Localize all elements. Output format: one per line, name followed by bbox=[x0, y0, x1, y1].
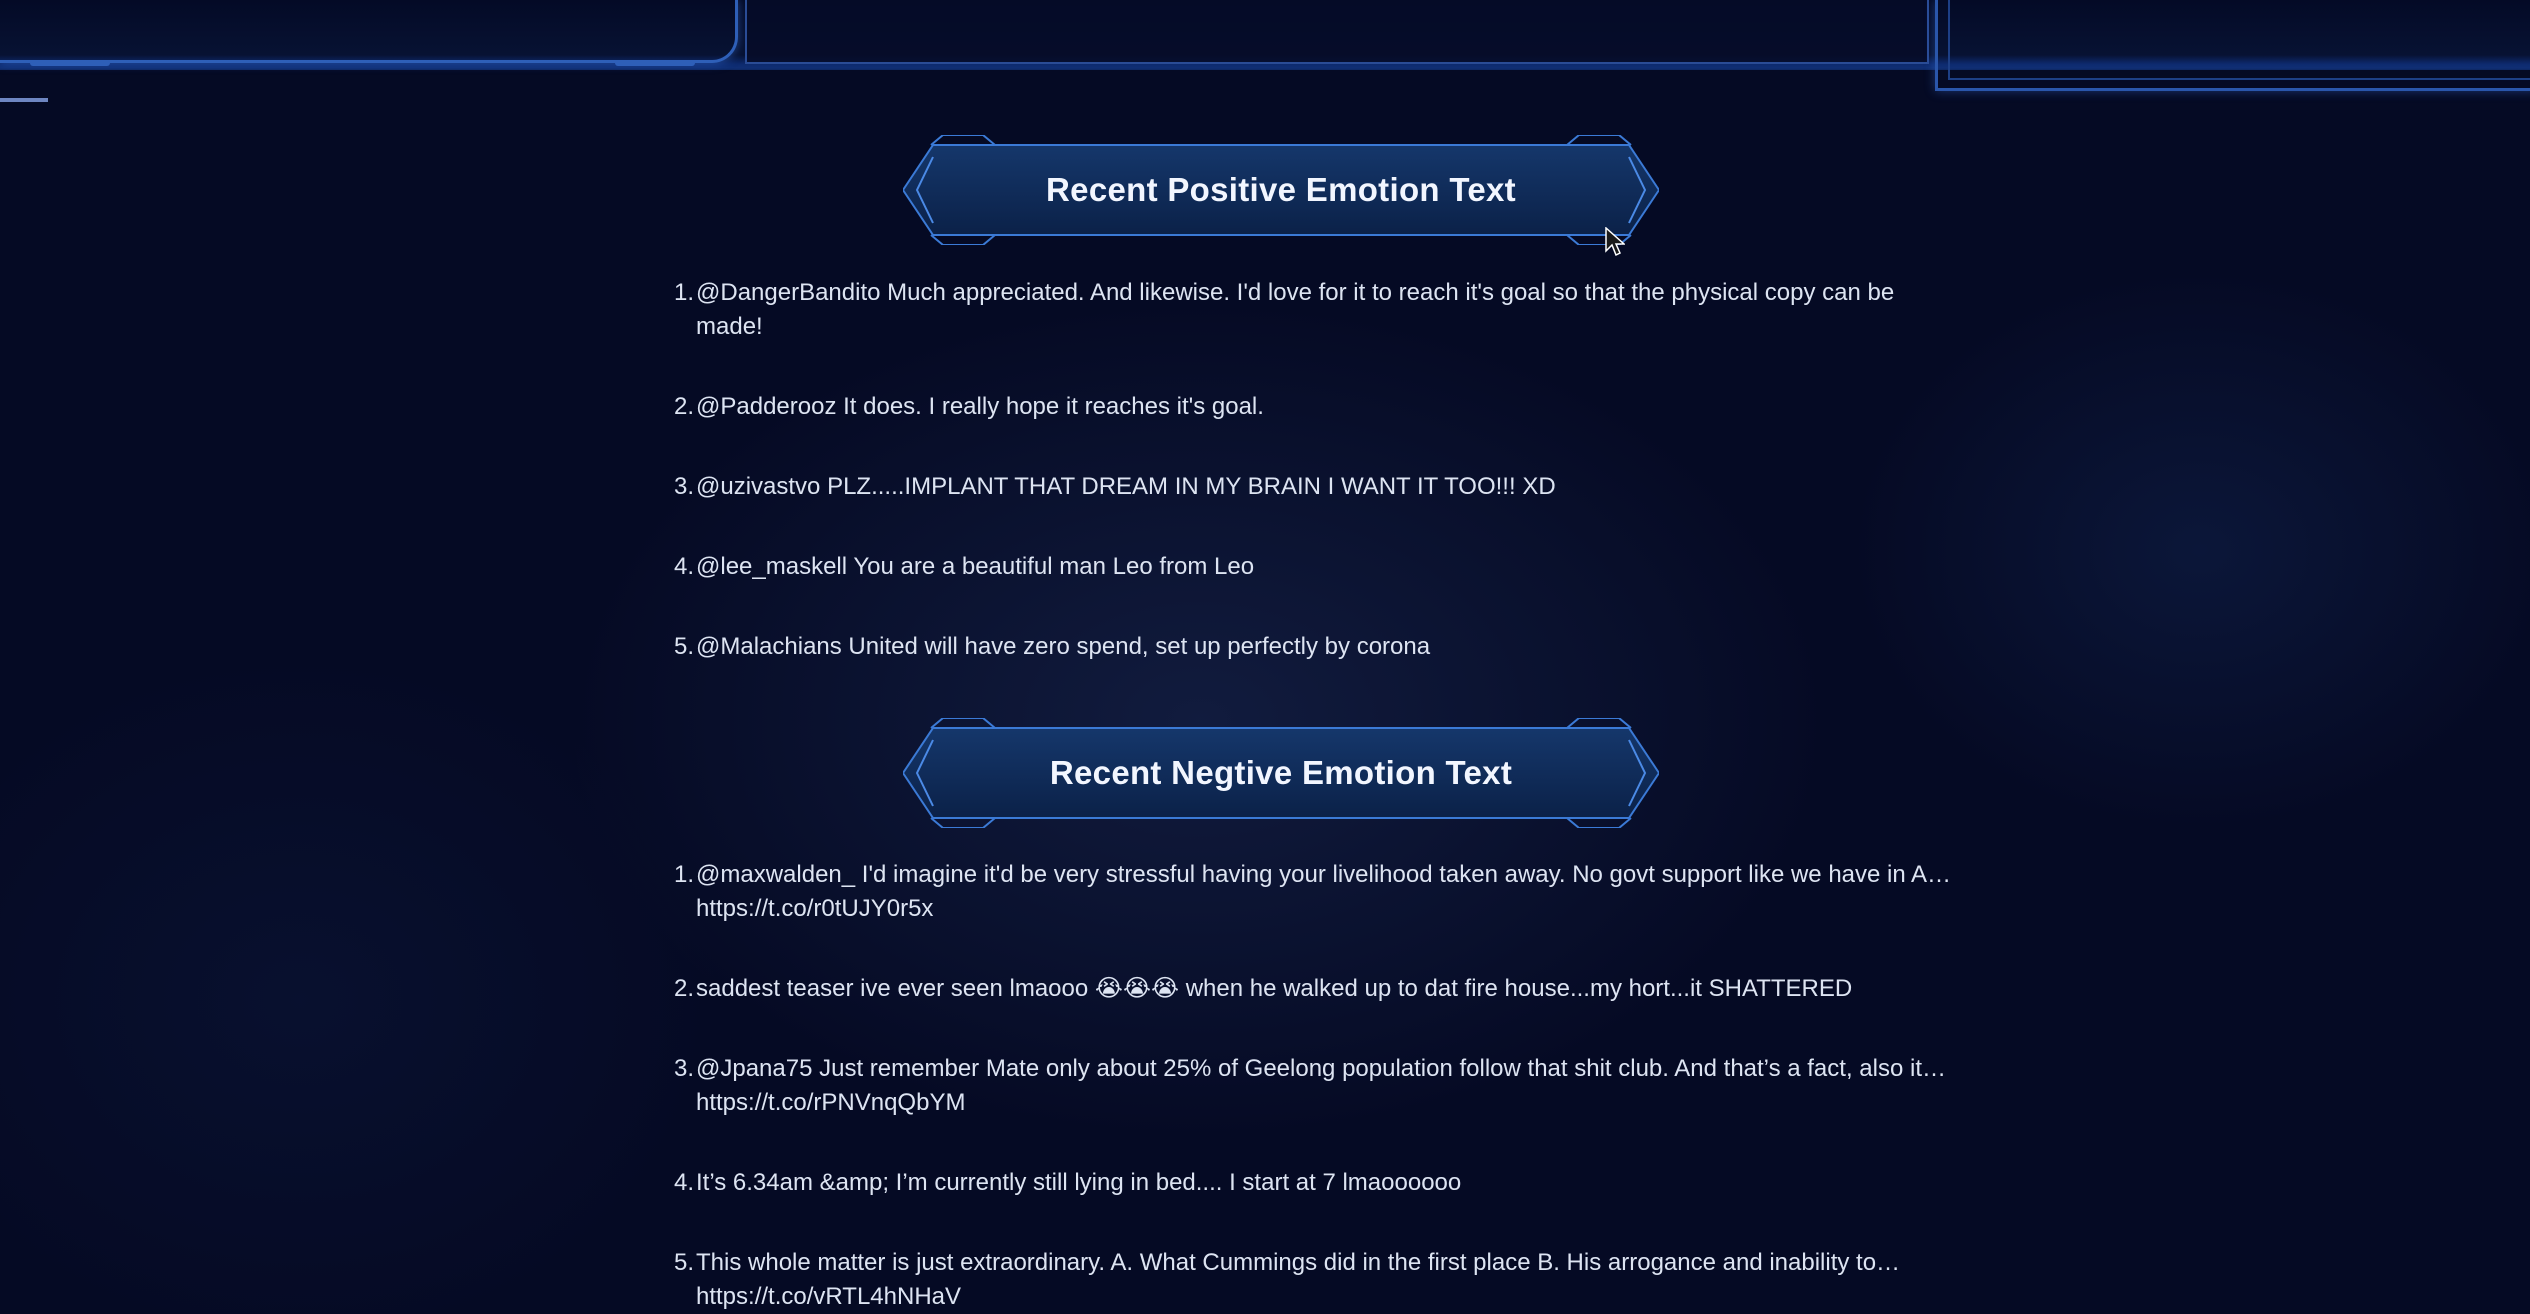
list-item: 2. @Padderooz It does. I really hope it r… bbox=[674, 390, 1956, 424]
mouse-pointer-icon bbox=[1605, 227, 1625, 257]
panel-notch bbox=[30, 60, 110, 66]
list-item: 4. It’s 6.34am &amp; I’m currently still … bbox=[674, 1166, 1956, 1200]
list-item: 3. @Jpana75 Just remember Mate only about… bbox=[674, 1052, 1956, 1120]
list-item: 1. @maxwalden_ I'd imagine it'd be very s… bbox=[674, 858, 1956, 926]
list-item-text: It’s 6.34am &amp; I’m currently still ly… bbox=[696, 1169, 1462, 1196]
list-item: 4. @lee_maskell You are a beautiful man L… bbox=[674, 550, 1956, 584]
dashboard-page: Recent Positive Emotion Text 1. @DangerBa… bbox=[0, 0, 2530, 1314]
list-item-number: 4. bbox=[673, 553, 694, 580]
panel-notch bbox=[615, 60, 695, 66]
list-item-number: 3. bbox=[673, 1055, 694, 1082]
list-item: 5. This whole matter is just extraordinar… bbox=[674, 1246, 1956, 1314]
list-item-text: @Padderooz It does. I really hope it rea… bbox=[696, 393, 1264, 420]
list-item-number: 1. bbox=[673, 279, 694, 306]
list-item-text: @DangerBandito Much appreciated. And lik… bbox=[696, 279, 1895, 340]
list-item: 2. saddest teaser ive ever seen lmaooo 😭😭… bbox=[674, 972, 1956, 1006]
left-edge-tick bbox=[0, 98, 48, 102]
positive-section-title: Recent Positive Emotion Text bbox=[1046, 171, 1516, 208]
list-item-number: 3. bbox=[673, 473, 694, 500]
list-item-text: @Malachians United will have zero spend,… bbox=[696, 633, 1431, 660]
list-item: 5. @Malachians United will have zero spen… bbox=[674, 630, 1956, 664]
list-item-number: 2. bbox=[673, 975, 694, 1002]
list-item-text: @maxwalden_ I'd imagine it'd be very str… bbox=[696, 861, 1952, 922]
top-left-panel bbox=[0, 0, 738, 66]
negative-emotion-list: 1. @maxwalden_ I'd imagine it'd be very s… bbox=[666, 858, 1956, 1314]
list-item-text: @Jpana75 Just remember Mate only about 2… bbox=[696, 1055, 1946, 1116]
list-item-text: @lee_maskell You are a beautiful man Leo… bbox=[696, 553, 1255, 580]
positive-emotion-list: 1. @DangerBandito Much appreciated. And l… bbox=[666, 276, 1956, 710]
list-item-number: 1. bbox=[673, 861, 694, 888]
list-item-number: 4. bbox=[673, 1169, 694, 1196]
list-item-text: @uzivastvo PLZ.....IMPLANT THAT DREAM IN… bbox=[696, 473, 1556, 500]
list-item: 3. @uzivastvo PLZ.....IMPLANT THAT DREAM … bbox=[674, 470, 1956, 504]
list-item-number: 5. bbox=[673, 1249, 694, 1276]
list-item-text: saddest teaser ive ever seen lmaooo 😭😭😭 … bbox=[696, 975, 1853, 1002]
top-middle-panel bbox=[745, 0, 1929, 64]
negative-section-header: Recent Negtive Emotion Text bbox=[903, 718, 1659, 828]
positive-section-header: Recent Positive Emotion Text bbox=[903, 135, 1659, 245]
list-item: 1. @DangerBandito Much appreciated. And l… bbox=[674, 276, 1956, 344]
list-item-number: 5. bbox=[673, 633, 694, 660]
negative-section-title: Recent Negtive Emotion Text bbox=[1049, 754, 1513, 791]
top-right-panel bbox=[1935, 0, 2530, 91]
list-item-number: 2. bbox=[673, 393, 694, 420]
list-item-text: This whole matter is just extraordinary.… bbox=[696, 1249, 1901, 1310]
